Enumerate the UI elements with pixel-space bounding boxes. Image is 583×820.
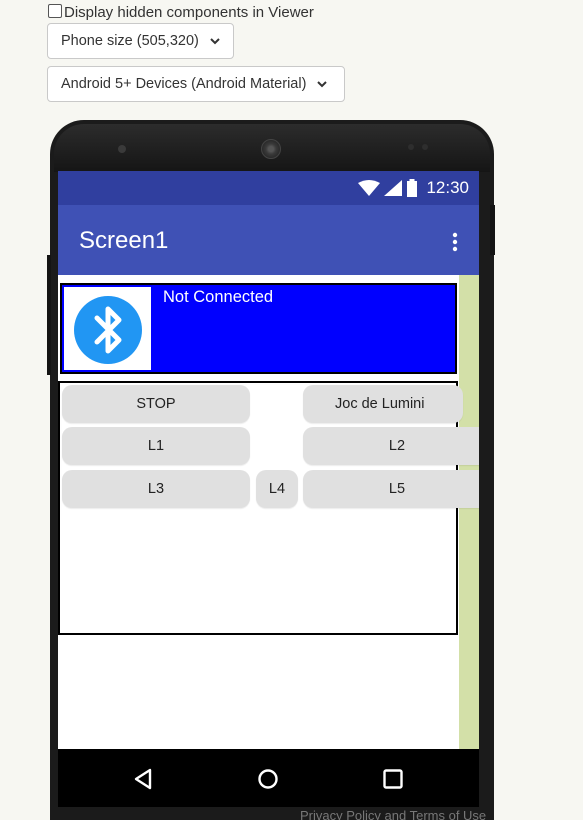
buttons-arrangement: STOP Joc de Lumini L1 L2 L3 L4 L5 <box>58 381 479 635</box>
hidden-components-checkbox[interactable] <box>48 4 62 18</box>
l3-button[interactable]: L3 <box>62 470 250 508</box>
app-bar: Screen1 <box>58 205 479 275</box>
phone-size-value: Phone size (505,320) <box>61 33 199 49</box>
back-icon[interactable] <box>133 768 153 790</box>
hidden-components-label: Display hidden components in Viewer <box>64 3 314 21</box>
l5-button[interactable]: L5 <box>303 470 479 508</box>
phone-screen: 12:30 Screen1 Not Connected STOP Joc de … <box>58 171 479 749</box>
connection-status-label: Not Connected <box>163 288 274 306</box>
proximity-sensor-icon <box>408 144 414 150</box>
front-sensor-icon <box>118 145 126 153</box>
screen-title: Screen1 <box>79 227 169 254</box>
device-type-value: Android 5+ Devices (Android Material) <box>61 76 307 92</box>
volume-button <box>47 255 51 375</box>
bluetooth-image[interactable] <box>64 287 151 370</box>
status-time: 12:30 <box>426 178 469 197</box>
stop-button[interactable]: STOP <box>62 385 250 423</box>
chevron-down-icon <box>317 81 328 88</box>
recents-icon[interactable] <box>382 768 404 790</box>
l4-button[interactable]: L4 <box>256 470 298 508</box>
scrollbar[interactable] <box>459 275 479 749</box>
footer-link[interactable]: Privacy Policy and Terms of Use <box>300 808 510 820</box>
battery-icon <box>407 179 418 197</box>
navigation-bar <box>58 749 479 807</box>
l1-button[interactable]: L1 <box>62 427 250 465</box>
overflow-menu-icon[interactable] <box>448 231 462 255</box>
bluetooth-icon <box>74 296 142 364</box>
hidden-components-checkbox-row[interactable]: Display hidden components in Viewer <box>48 1 314 23</box>
device-type-select[interactable]: Android 5+ Devices (Android Material) <box>47 66 345 102</box>
wifi-icon <box>358 180 381 196</box>
home-icon[interactable] <box>257 768 279 790</box>
l2-button[interactable]: L2 <box>303 427 479 465</box>
status-bar: 12:30 <box>58 171 479 205</box>
cellular-signal-icon <box>384 180 403 196</box>
power-button <box>490 205 495 255</box>
bluetooth-arrangement: Not Connected <box>60 283 457 374</box>
speaker-icon <box>261 139 281 159</box>
chevron-down-icon <box>210 38 220 45</box>
light-sensor-icon <box>422 144 428 150</box>
joc-de-lumini-button[interactable]: Joc de Lumini <box>303 385 463 423</box>
phone-size-select[interactable]: Phone size (505,320) <box>47 23 234 59</box>
